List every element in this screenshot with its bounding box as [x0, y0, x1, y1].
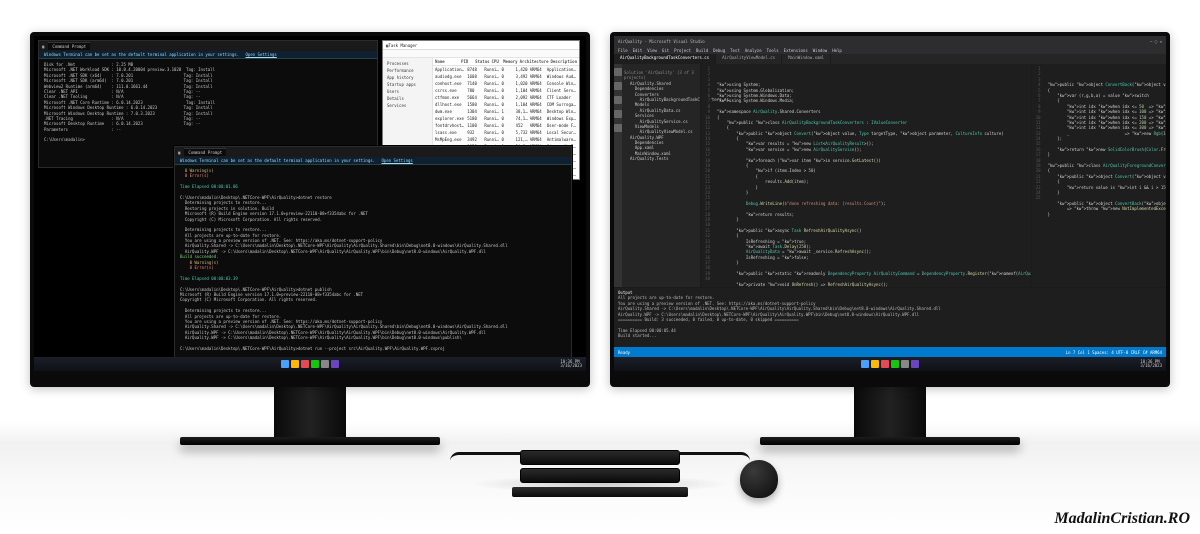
- terminal-2-titlebar[interactable]: ▣ Command Prompt: [175, 147, 571, 157]
- terminal-icon: ▣: [178, 150, 180, 155]
- right-screen: AirQuality - Microsoft Visual Studio — ▢…: [610, 32, 1170, 387]
- right-clock[interactable]: 10:36 PM 3/16/2023: [1140, 360, 1162, 368]
- table-row[interactable]: explorer.exe5180Running074,180ARM64Windo…: [433, 115, 579, 122]
- search-icon[interactable]: [614, 82, 622, 90]
- ide-editor-right[interactable]: 1 2 3 4 5 6 7 8 9 10 11 12 13 14 15 16 1…: [1031, 64, 1166, 287]
- menu-item[interactable]: Analyze: [745, 48, 762, 53]
- menu-item[interactable]: Help: [832, 48, 842, 53]
- explorer-item[interactable]: AirQualityViewModel.cs: [624, 129, 698, 134]
- taskbar-icon[interactable]: [321, 360, 329, 368]
- menu-item[interactable]: Tools: [767, 48, 779, 53]
- menu-item[interactable]: Window: [813, 48, 827, 53]
- editor-tab[interactable]: AirQualityBackgroundTaskConverters.cs: [614, 54, 716, 64]
- explorer-item[interactable]: AirQuality.Tests: [624, 156, 698, 161]
- table-row[interactable]: fontdrvhost.exe1100Running0452ARM64User-…: [433, 122, 579, 129]
- right-monitor: AirQuality - Microsoft Visual Studio — ▢…: [610, 32, 1170, 445]
- taskbar-icon[interactable]: [871, 360, 879, 368]
- table-row[interactable]: audiodg.exe1608Running03,492ARM64Windows…: [433, 73, 579, 80]
- taskbar-icon[interactable]: [291, 360, 299, 368]
- left-screen: ▣ Command Prompt Windows Terminal can be…: [30, 32, 590, 387]
- menu-item[interactable]: Extensions: [784, 48, 808, 53]
- status-right: Ln 7 Col 1 Spaces: 4 UTF-8 CRLF C# ARM64: [1066, 350, 1162, 355]
- ide-title: AirQuality - Microsoft Visual Studio: [618, 39, 705, 44]
- tm-sidebar-item[interactable]: Startup apps: [385, 81, 430, 88]
- tm-sidebar-item[interactable]: Processes: [385, 60, 430, 67]
- taskbar-icon[interactable]: [331, 360, 339, 368]
- tm-sidebar-item[interactable]: Users: [385, 88, 430, 95]
- menu-item[interactable]: Test: [730, 48, 740, 53]
- tm-sidebar-item[interactable]: Details: [385, 95, 430, 102]
- extensions-icon[interactable]: [614, 124, 622, 132]
- left-taskbar[interactable]: 10:36 PM 3/16/2023: [34, 357, 586, 371]
- ide-menu-bar[interactable]: File Edit View Git Project Build Debug Test Anal…: [614, 46, 1166, 54]
- table-row[interactable]: ApplicationFrameHost8748Running01,420ARM…: [433, 66, 579, 73]
- start-icon[interactable]: [281, 360, 289, 368]
- menu-item[interactable]: Project: [674, 48, 691, 53]
- taskbar-icon[interactable]: [901, 360, 909, 368]
- debug-icon[interactable]: [614, 110, 622, 118]
- terminal-1-tab[interactable]: Command Prompt: [48, 42, 90, 50]
- ide-editor-tabs[interactable]: AirQualityBackgroundTaskConverters.csAir…: [614, 54, 1166, 64]
- terminal-window-2[interactable]: ▣ Command Prompt Windows Terminal can be…: [174, 146, 572, 364]
- status-left: Ready: [618, 350, 630, 355]
- table-row[interactable]: MsMpEng.exe3492Running0121,096ARM64Antim…: [433, 136, 579, 143]
- table-row[interactable]: ctfmon.exe5664Running02,092ARM64CTF Load…: [433, 94, 579, 101]
- terminal-1-titlebar[interactable]: ▣ Command Prompt: [39, 41, 377, 51]
- window-controls[interactable]: — ▢ ✕: [1150, 39, 1162, 44]
- menu-item[interactable]: Build: [696, 48, 708, 53]
- start-icon[interactable]: [861, 360, 869, 368]
- table-row[interactable]: csrss.exe780Running01,104ARM64Client Ser…: [433, 87, 579, 94]
- ide-editor-left[interactable]: 1 2 3 4 5 6 7 8 9 10 11 12 13 14 15 16 1…: [700, 64, 1031, 287]
- menu-item[interactable]: File: [618, 48, 628, 53]
- taskbar-icon[interactable]: [881, 360, 889, 368]
- open-settings-link[interactable]: Open Settings: [382, 158, 413, 163]
- terminal-1-output: Disk for .Net : 2.25 MB Microsoft .NET W…: [39, 59, 377, 146]
- menu-item[interactable]: Git: [662, 48, 669, 53]
- task-manager-title: Task Manager: [388, 43, 417, 48]
- watermark: MadalinCristian.RO: [1054, 510, 1190, 528]
- table-row[interactable]: conhost.exe7140Running01,020ARM64Console…: [433, 80, 579, 87]
- table-row[interactable]: dllhost.exe1580Running01,104ARM64COM Sur…: [433, 101, 579, 108]
- task-manager-toolbar[interactable]: [383, 50, 579, 58]
- editor-tab[interactable]: AirQualityViewModel.cs: [716, 54, 782, 64]
- menu-item[interactable]: Edit: [633, 48, 643, 53]
- git-icon[interactable]: [614, 96, 622, 104]
- menu-item[interactable]: Debug: [713, 48, 725, 53]
- terminal-2-banner: Windows Terminal can be set as the defau…: [175, 157, 571, 165]
- taskbar-icon[interactable]: [911, 360, 919, 368]
- explorer-solution: Solution 'AirQuality' (3 of 3 projects): [624, 70, 698, 81]
- terminal-2-tab[interactable]: Command Prompt: [184, 148, 226, 156]
- right-taskbar[interactable]: 10:36 PM 3/16/2023: [614, 357, 1166, 371]
- left-clock[interactable]: 10:36 PM 3/16/2023: [560, 360, 582, 368]
- tm-sidebar-item[interactable]: Services: [385, 102, 430, 109]
- terminal-1-banner: Windows Terminal can be set as the defau…: [39, 51, 377, 59]
- taskbar-icon[interactable]: [301, 360, 309, 368]
- ide-window[interactable]: AirQuality - Microsoft Visual Studio — ▢…: [614, 36, 1166, 357]
- tm-sidebar-item[interactable]: App history: [385, 74, 430, 81]
- ide-output-panel[interactable]: Output All projects are up-to-date for r…: [614, 287, 1166, 347]
- explorer-icon[interactable]: [614, 68, 622, 76]
- tm-sidebar-item[interactable]: Performance: [385, 67, 430, 74]
- taskbar-icon[interactable]: [311, 360, 319, 368]
- task-manager-columns: NamePIDStatusCPUMemoryArchitectureDescri…: [433, 58, 579, 66]
- terminal-icon: ▣: [42, 44, 44, 49]
- menu-item[interactable]: View: [647, 48, 657, 53]
- ide-status-bar[interactable]: Ready Ln 7 Col 1 Spaces: 4 UTF-8 CRLF C#…: [614, 347, 1166, 357]
- table-row[interactable]: dwm.exe1304Running138,104ARM64Desktop Wi…: [433, 108, 579, 115]
- taskbar-icon[interactable]: [891, 360, 899, 368]
- open-settings-link[interactable]: Open Settings: [246, 52, 277, 57]
- editor-tab[interactable]: MainWindow.xaml: [782, 54, 831, 64]
- mouse: [740, 460, 778, 498]
- ide-titlebar[interactable]: AirQuality - Microsoft Visual Studio — ▢…: [614, 36, 1166, 46]
- task-manager-titlebar[interactable]: ▦ Task Manager: [383, 41, 579, 50]
- ide-explorer[interactable]: Solution 'AirQuality' (3 of 3 projects) A…: [622, 64, 700, 287]
- ide-activity-bar[interactable]: [614, 64, 622, 287]
- table-row[interactable]: lsass.exe932Running05,732ARM64Local Secu…: [433, 129, 579, 136]
- left-monitor: ▣ Command Prompt Windows Terminal can be…: [30, 32, 590, 445]
- terminal-2-output: 0 Warning(s) 0 Error(s) Time Elapsed 00:…: [175, 165, 571, 354]
